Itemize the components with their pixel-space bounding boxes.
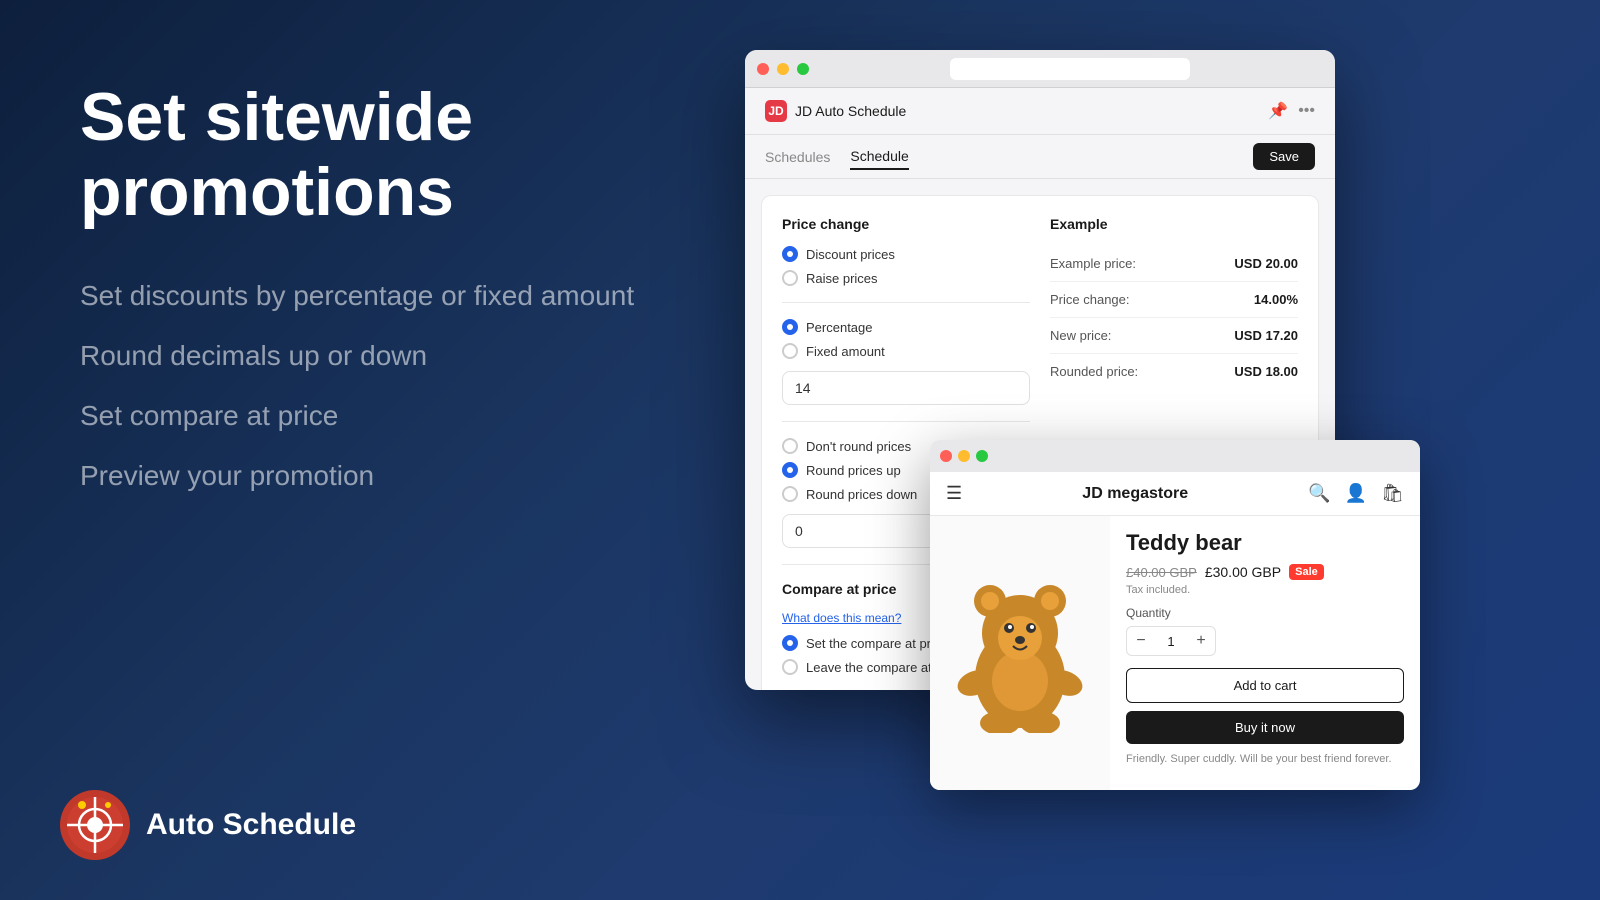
example-row-3: Rounded price: USD 18.00 (1050, 354, 1298, 389)
more-icon[interactable]: ••• (1298, 102, 1315, 120)
quantity-label: Quantity (1126, 606, 1404, 620)
tax-text: Tax included. (1126, 584, 1404, 596)
account-icon[interactable]: 👤 (1345, 483, 1367, 504)
feature-item-0: Set discounts by percentage or fixed amo… (80, 280, 760, 312)
search-icon[interactable]: 🔍 (1308, 483, 1330, 504)
url-input[interactable] (950, 58, 1190, 80)
window-titlebar (745, 50, 1335, 88)
fixed-amount-label: Fixed amount (806, 344, 885, 359)
radio-raise-unchecked (782, 270, 798, 286)
sale-badge: Sale (1289, 564, 1324, 580)
header-actions: 📌 ••• (1268, 101, 1315, 121)
feature-item-3: Preview your promotion (80, 460, 760, 492)
radio-dont-round-circle (782, 438, 798, 454)
store-header: ☰ JD megastore 🔍 👤 🛍 (930, 472, 1420, 516)
radio-discount-prices[interactable]: Discount prices (782, 246, 1030, 262)
discount-radio-group: Discount prices Raise prices (782, 246, 1030, 286)
product-description: Friendly. Super cuddly. Will be your bes… (1126, 752, 1404, 767)
original-price: £40.00 GBP (1126, 565, 1197, 580)
example-row-2: New price: USD 17.20 (1050, 318, 1298, 354)
example-title: Example (1050, 216, 1298, 232)
store-close[interactable] (940, 450, 952, 462)
teddy-bear-image (945, 573, 1095, 733)
store-titlebar (930, 440, 1420, 472)
example-row-1: Price change: 14.00% (1050, 282, 1298, 318)
price-change-title: Price change (782, 216, 1030, 232)
example-value-0: USD 20.00 (1234, 256, 1298, 271)
tab-schedule[interactable]: Schedule (850, 144, 908, 170)
close-button[interactable] (757, 63, 769, 75)
tab-schedules[interactable]: Schedules (765, 145, 830, 169)
round-down-label: Round prices down (806, 487, 917, 502)
example-label-0: Example price: (1050, 256, 1136, 271)
cart-icon[interactable]: 🛍 (1381, 483, 1404, 504)
main-title: Set sitewide promotions (80, 80, 760, 230)
radio-raise-prices[interactable]: Raise prices (782, 270, 1030, 286)
example-label-1: Price change: (1050, 292, 1130, 307)
example-value-1: 14.00% (1254, 292, 1298, 307)
hamburger-icon[interactable]: ☰ (946, 483, 962, 504)
app-name: JD Auto Schedule (795, 103, 906, 119)
example-value-2: USD 17.20 (1234, 328, 1298, 343)
store-maximize[interactable] (976, 450, 988, 462)
example-row-0: Example price: USD 20.00 (1050, 246, 1298, 282)
radio-leave-compare-circle (782, 659, 798, 675)
radio-discount-checked (782, 246, 798, 262)
type-radio-group: Percentage Fixed amount (782, 319, 1030, 359)
store-header-icons: 🔍 👤 🛍 (1308, 483, 1404, 504)
product-details: Teddy bear £40.00 GBP £30.00 GBP Sale Ta… (1110, 516, 1420, 790)
app-logo: JD JD Auto Schedule (765, 100, 906, 122)
radio-round-down-circle (782, 486, 798, 502)
radio-pct-checked (782, 319, 798, 335)
radio-round-up-circle (782, 462, 798, 478)
add-to-cart-button[interactable]: Add to cart (1126, 668, 1404, 703)
window-header: JD JD Auto Schedule 📌 ••• (745, 88, 1335, 135)
window-url-bar (817, 58, 1323, 80)
store-name: JD megastore (1082, 485, 1188, 503)
price-row: £40.00 GBP £30.00 GBP Sale (1126, 564, 1404, 580)
divider-2 (782, 421, 1030, 422)
example-panel: Example price: USD 20.00 Price change: 1… (1050, 246, 1298, 389)
quantity-increase[interactable]: + (1187, 627, 1215, 655)
example-value-3: USD 18.00 (1234, 364, 1298, 379)
maximize-button[interactable] (797, 63, 809, 75)
dont-round-label: Don't round prices (806, 439, 911, 454)
store-minimize[interactable] (958, 450, 970, 462)
round-up-label: Round prices up (806, 463, 901, 478)
store-body: Teddy bear £40.00 GBP £30.00 GBP Sale Ta… (930, 516, 1420, 790)
percentage-label: Percentage (806, 320, 873, 335)
example-label-2: New price: (1050, 328, 1111, 343)
logo-area: Auto Schedule (60, 790, 356, 860)
save-button[interactable]: Save (1253, 143, 1315, 170)
radio-set-compare-circle (782, 635, 798, 651)
app-icon: JD (765, 100, 787, 122)
buy-now-button[interactable]: Buy it now (1126, 711, 1404, 744)
logo-icon (60, 790, 130, 860)
value-input[interactable] (782, 371, 1030, 405)
product-image-area (930, 516, 1110, 790)
radio-percentage[interactable]: Percentage (782, 319, 1030, 335)
radio-fixed-unchecked (782, 343, 798, 359)
radio-fixed-amount[interactable]: Fixed amount (782, 343, 1030, 359)
product-name: Teddy bear (1126, 530, 1404, 556)
nav-tabs: Schedules Schedule Save (745, 135, 1335, 179)
raise-prices-label: Raise prices (806, 271, 878, 286)
quantity-control: − 1 + (1126, 626, 1216, 656)
store-window: ☰ JD megastore 🔍 👤 🛍 (930, 440, 1420, 790)
quantity-decrease[interactable]: − (1127, 627, 1155, 655)
feature-list: Set discounts by percentage or fixed amo… (80, 280, 760, 492)
new-price: £30.00 GBP (1205, 564, 1281, 580)
divider-1 (782, 302, 1030, 303)
discount-prices-label: Discount prices (806, 247, 895, 262)
example-label-3: Rounded price: (1050, 364, 1138, 379)
minimize-button[interactable] (777, 63, 789, 75)
left-panel: Set sitewide promotions Set discounts by… (80, 80, 760, 492)
pin-icon[interactable]: 📌 (1268, 101, 1288, 121)
feature-item-1: Round decimals up or down (80, 340, 760, 372)
feature-item-2: Set compare at price (80, 400, 760, 432)
logo-text: Auto Schedule (146, 808, 356, 842)
quantity-value: 1 (1155, 634, 1187, 649)
